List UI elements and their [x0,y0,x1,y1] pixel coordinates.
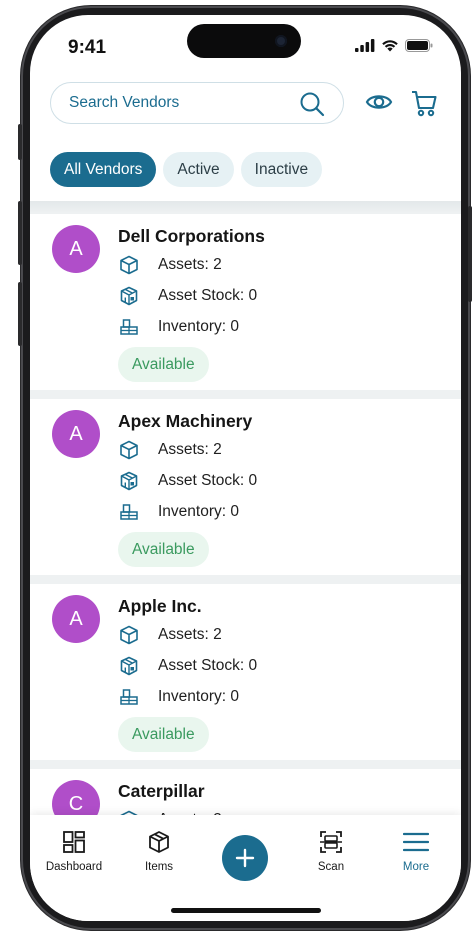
scan-icon [291,829,371,855]
battery-icon [405,39,433,52]
nav-dashboard[interactable]: Dashboard [34,829,114,873]
dynamic-island [187,24,301,58]
status-icons [355,39,433,52]
vendor-avatar: A [52,595,100,643]
vendor-card[interactable]: A Dell Corporations Assets: 2 Asset Stoc… [30,214,461,390]
vendor-inventory: Inventory: 0 [158,318,239,335]
plus-icon [235,848,255,868]
vendor-avatar: A [52,225,100,273]
inventory-icon [118,686,140,708]
cube-icon [118,254,140,276]
vendor-card[interactable]: A Apex Machinery Assets: 2 Asset Stock: … [30,399,461,575]
status-bar: 9:41 [30,15,461,81]
app-screen: 9:41 Search Vendors All Vendors Active I… [30,15,461,921]
vendor-avatar: A [52,410,100,458]
vendor-name: Apple Inc. [118,596,202,616]
vendor-asset-stock-row: Asset Stock: 0 [118,470,257,492]
status-badge: Available [118,717,209,752]
vendor-asset-stock: Asset Stock: 0 [158,287,258,304]
cube-icon [118,439,140,461]
add-button[interactable] [222,835,268,881]
vendor-inventory: Inventory: 0 [158,503,239,520]
side-button-volume-down [18,282,22,346]
vendor-card[interactable]: A Apple Inc. Assets: 2 Asset Stock: 0 In… [30,584,461,760]
vendor-assets: Assets: 2 [158,441,222,458]
nav-more-label: More [402,861,430,873]
vendor-inventory: Inventory: 0 [158,688,239,705]
side-button-volume-up [18,201,22,265]
vendor-name: Dell Corporations [118,226,265,246]
eye-icon [365,95,393,109]
bottom-navigation: Dashboard Items Scan More [30,815,461,921]
vendor-name: Apex Machinery [118,411,253,431]
signal-icon [355,39,375,52]
vendor-assets-row: Assets: 2 [118,254,222,276]
vendor-asset-stock-row: Asset Stock: 0 [118,285,257,307]
inventory-icon [118,501,140,523]
home-indicator[interactable] [171,908,321,913]
wifi-icon [382,40,398,52]
inventory-icon [118,316,140,338]
vendor-asset-stock: Asset Stock: 0 [158,657,258,674]
vendor-asset-stock-row: Asset Stock: 0 [118,655,257,677]
filter-inactive[interactable]: Inactive [240,152,323,187]
nav-items-label: Items [144,861,174,873]
vendor-assets-row: Assets: 2 [118,439,222,461]
vendor-name: Caterpillar [118,781,205,801]
vendor-inventory-row: Inventory: 0 [118,316,239,338]
side-button-silent [18,124,22,160]
front-camera [275,35,287,47]
list-top-shadow [30,201,461,213]
status-badge: Available [118,532,209,567]
cubes-stack-icon [118,470,140,492]
nav-scan-label: Scan [317,861,345,873]
vendor-list[interactable]: A Dell Corporations Assets: 2 Asset Stoc… [30,201,461,829]
filter-active[interactable]: Active [163,152,234,187]
cart-button[interactable] [411,89,437,122]
vendor-inventory-row: Inventory: 0 [118,686,239,708]
vendor-assets: Assets: 2 [158,256,222,273]
filter-all-vendors[interactable]: All Vendors [50,152,157,187]
cubes-stack-icon [118,285,140,307]
view-toggle-button[interactable] [365,91,393,118]
nav-dashboard-label: Dashboard [45,861,103,873]
vendor-asset-stock: Asset Stock: 0 [158,472,258,489]
vendor-assets-row: Assets: 2 [118,624,222,646]
nav-scan[interactable]: Scan [291,829,371,873]
filter-chips: All Vendors Active Inactive [50,152,323,187]
side-button-power [468,206,472,302]
cubes-stack-icon [118,655,140,677]
menu-icon [376,829,456,855]
vendor-inventory-row: Inventory: 0 [118,501,239,523]
cube-icon [118,624,140,646]
nav-more[interactable]: More [376,829,456,873]
search-icon[interactable] [299,91,325,117]
dashboard-icon [34,829,114,855]
box-icon [119,829,199,855]
status-time: 9:41 [68,37,107,58]
cart-icon [412,90,437,117]
nav-items[interactable]: Items [119,829,199,873]
vendor-assets: Assets: 2 [158,626,222,643]
search-input[interactable]: Search Vendors [50,82,344,124]
status-badge: Available [118,347,209,382]
